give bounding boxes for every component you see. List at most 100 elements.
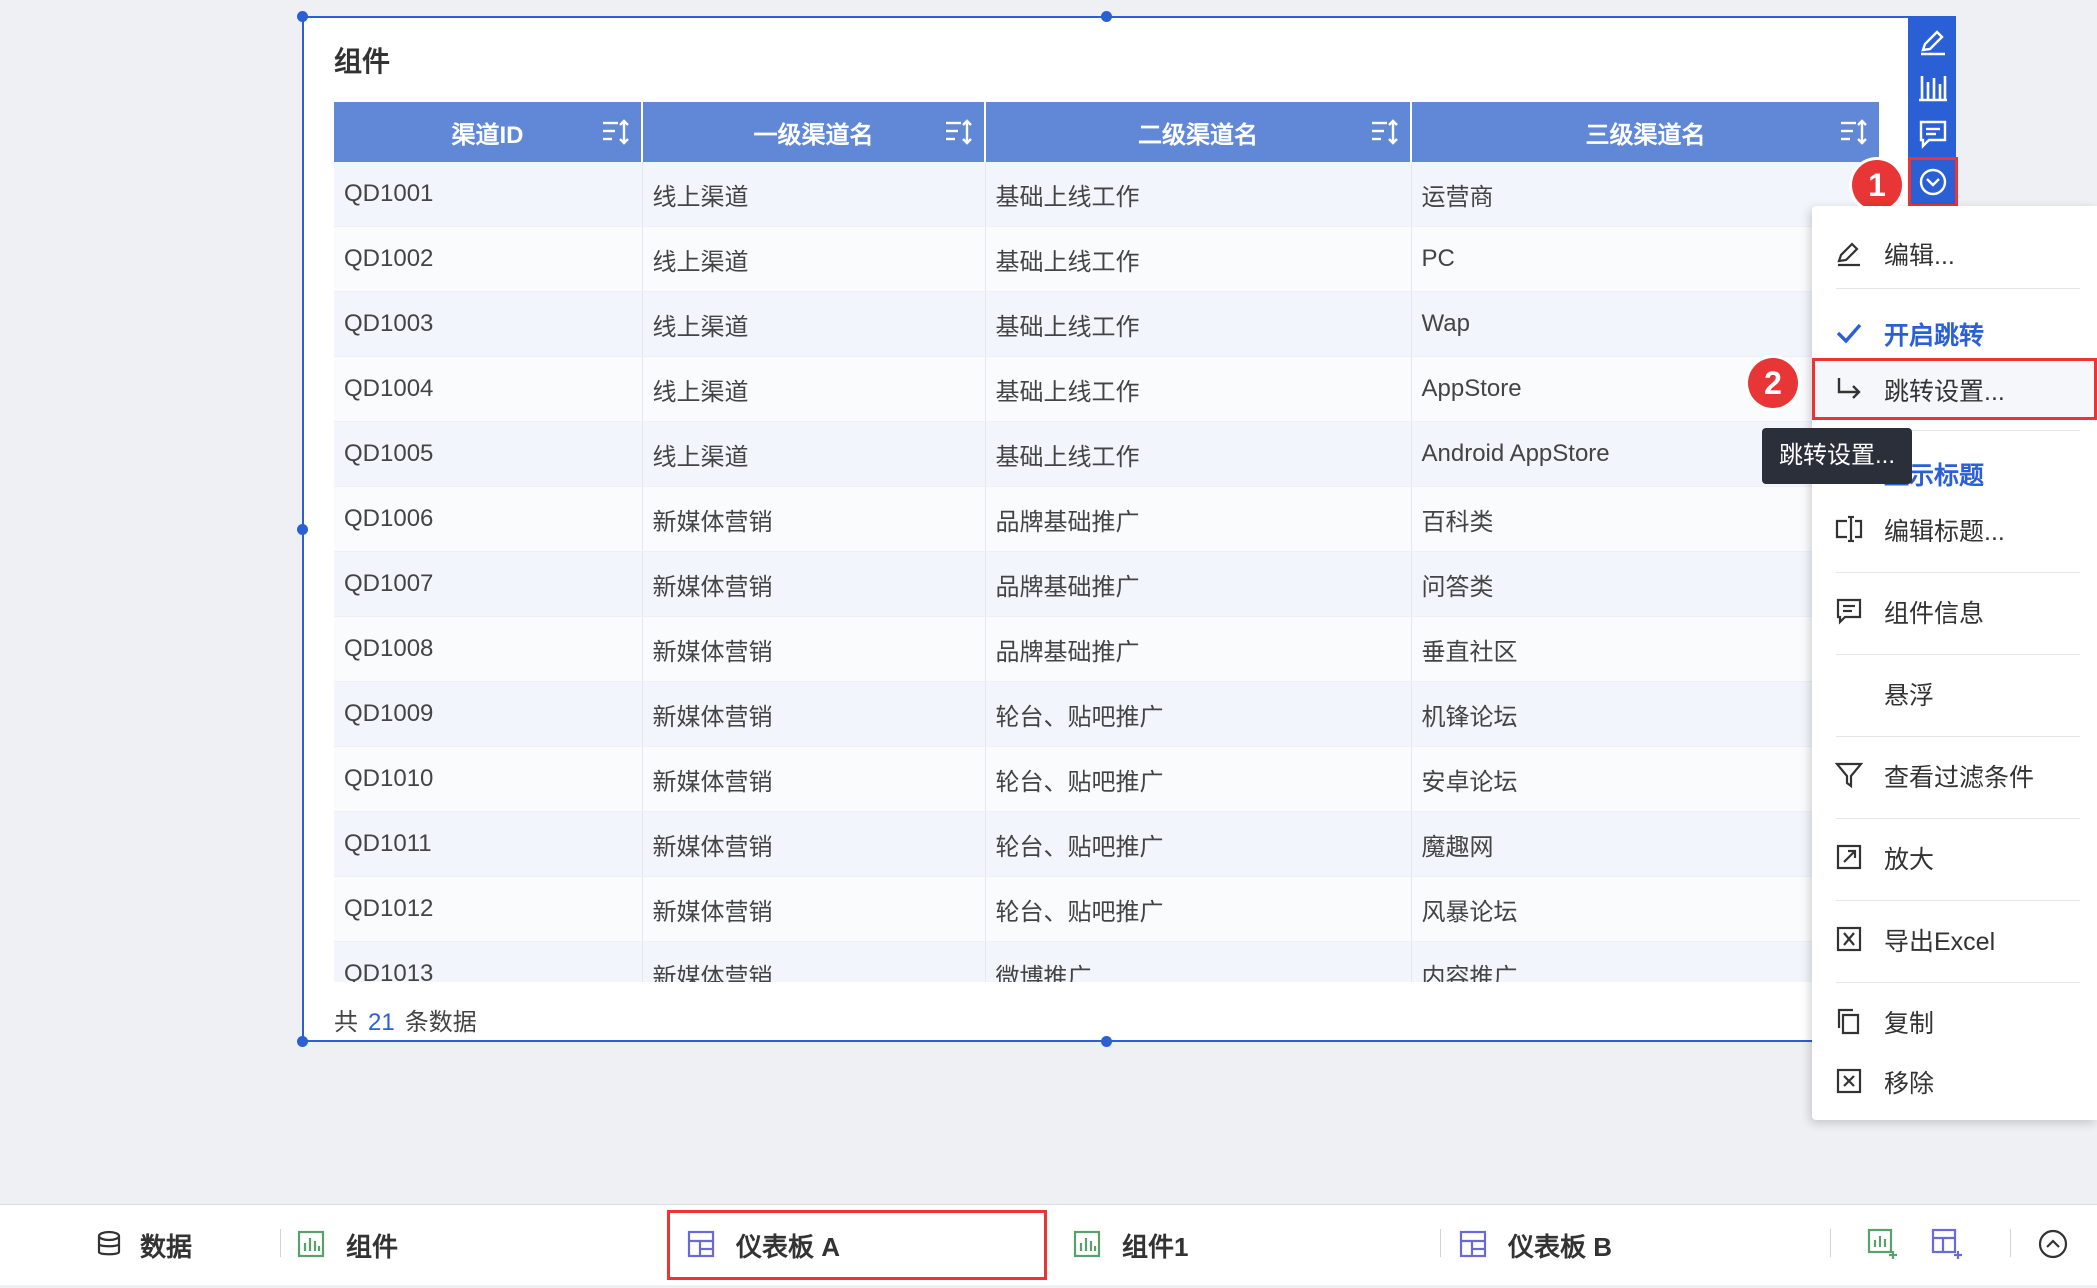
table-cell: 线上渠道 bbox=[642, 356, 986, 422]
table-cell: 新媒体营销 bbox=[642, 486, 986, 552]
tooltip: 跳转设置... bbox=[1762, 428, 1912, 484]
menu-divider bbox=[1836, 654, 2080, 655]
table-cell: 线上渠道 bbox=[642, 291, 986, 357]
table-cell: QD1013 bbox=[334, 941, 643, 982]
table-row[interactable]: QD1006 新媒体营销 品牌基础推广 百科类 bbox=[334, 486, 1880, 552]
tab-dashboard-a[interactable]: 仪表板 A bbox=[662, 1205, 1052, 1285]
copy-icon bbox=[1837, 1008, 1860, 1035]
table-cell: 基础上线工作 bbox=[985, 421, 1412, 487]
table-row[interactable]: QD1012 新媒体营销 轮台、贴吧推广 风暴论坛 bbox=[334, 876, 1880, 942]
edit-title-icon bbox=[1835, 515, 1863, 543]
zoom-icon bbox=[1836, 844, 1862, 870]
column-header-level2[interactable]: 二级渠道名 bbox=[985, 102, 1412, 162]
table-cell: QD1008 bbox=[334, 616, 643, 682]
info-message-icon bbox=[1836, 598, 1862, 625]
menu-item-edit[interactable]: 编辑... bbox=[1812, 222, 2097, 284]
table-cell: 基础上线工作 bbox=[985, 226, 1412, 292]
menu-item-widget-info[interactable]: 组件信息 bbox=[1812, 580, 2097, 642]
table-cell: 品牌基础推广 bbox=[985, 616, 1412, 682]
table-cell: 微博推广 bbox=[985, 941, 1412, 982]
table-row[interactable]: QD1001 线上渠道 基础上线工作 运营商 bbox=[334, 162, 1880, 227]
tab-widget[interactable]: 组件 bbox=[290, 1205, 590, 1285]
table-cell: 新媒体营销 bbox=[642, 616, 986, 682]
menu-divider bbox=[1836, 900, 2080, 901]
sort-icon[interactable] bbox=[1370, 117, 1400, 147]
table-cell: 轮台、贴吧推广 bbox=[985, 876, 1412, 942]
table-row[interactable]: QD1004 线上渠道 基础上线工作 AppStore bbox=[334, 356, 1880, 422]
menu-item-jump-settings[interactable]: 跳转设置... bbox=[1812, 358, 2097, 420]
menu-divider bbox=[1836, 572, 2080, 573]
menu-item-export-excel[interactable]: 导出Excel bbox=[1812, 908, 2097, 970]
tab-widget1[interactable]: 组件1 bbox=[1060, 1205, 1360, 1285]
table-row[interactable]: QD1010 新媒体营销 轮台、贴吧推广 安卓论坛 bbox=[334, 746, 1880, 812]
table-cell: 新媒体营销 bbox=[642, 746, 986, 812]
tab-separator bbox=[1440, 1229, 1441, 1257]
table-cell: 品牌基础推广 bbox=[985, 486, 1412, 552]
table-row[interactable]: QD1007 新媒体营销 品牌基础推广 问答类 bbox=[334, 551, 1880, 617]
step-badge-2: 2 bbox=[1748, 358, 1798, 408]
resize-handle-bl[interactable] bbox=[297, 1036, 308, 1047]
edit-icon[interactable] bbox=[1917, 26, 1949, 58]
menu-item-edit-title[interactable]: 编辑标题... bbox=[1812, 498, 2097, 560]
table-cell: Wap bbox=[1411, 291, 1880, 357]
record-count: 共 21 条数据 bbox=[334, 1009, 477, 1036]
table-row[interactable]: QD1011 新媒体营销 轮台、贴吧推广 魔趣网 bbox=[334, 811, 1880, 877]
bar-chart-icon[interactable] bbox=[1917, 72, 1949, 104]
check-icon bbox=[1836, 323, 1862, 344]
column-header-level1[interactable]: 一级渠道名 bbox=[642, 102, 986, 162]
add-widget-icon[interactable] bbox=[1866, 1227, 1900, 1261]
menu-divider bbox=[1836, 818, 2080, 819]
tab-dashboard-b[interactable]: 仪表板 B bbox=[1450, 1205, 1750, 1285]
resize-handle-left[interactable] bbox=[297, 524, 308, 535]
menu-item-remove[interactable]: 移除 bbox=[1812, 1050, 2097, 1112]
table-cell: 内容推广 bbox=[1411, 941, 1880, 982]
table-row[interactable]: QD1005 线上渠道 基础上线工作 Android AppStore bbox=[334, 421, 1880, 487]
menu-item-view-filter[interactable]: 查看过滤条件 bbox=[1812, 744, 2097, 806]
edit-icon bbox=[1837, 242, 1860, 267]
table-cell: 新媒体营销 bbox=[642, 551, 986, 617]
jump-arrow-icon bbox=[1837, 378, 1861, 399]
table-cell: 安卓论坛 bbox=[1411, 746, 1880, 812]
column-header-level3[interactable]: 三级渠道名 bbox=[1411, 102, 1880, 162]
more-dropdown-icon[interactable] bbox=[1908, 157, 1958, 207]
table-row[interactable]: QD1003 线上渠道 基础上线工作 Wap bbox=[334, 291, 1880, 357]
table-widget[interactable]: 组件 渠道ID 一级渠道名 二级渠道名 三级渠道名 QD1001 线上渠道 基础… bbox=[297, 11, 1910, 1047]
dashboard-icon bbox=[687, 1230, 715, 1258]
table-cell: QD1009 bbox=[334, 681, 643, 747]
table-cell: QD1010 bbox=[334, 746, 643, 812]
table-cell: QD1006 bbox=[334, 486, 643, 552]
table-cell: 轮台、贴吧推广 bbox=[985, 811, 1412, 877]
menu-divider bbox=[1836, 736, 2080, 737]
dashboard-icon bbox=[1459, 1230, 1487, 1258]
bar-chart-icon bbox=[1073, 1230, 1101, 1258]
add-dashboard-icon[interactable] bbox=[1930, 1227, 1964, 1261]
menu-item-enable-jump[interactable]: 开启跳转 bbox=[1812, 302, 2097, 364]
table-row[interactable]: QD1002 线上渠道 基础上线工作 PC bbox=[334, 226, 1880, 292]
menu-item-copy[interactable]: 复制 bbox=[1812, 990, 2097, 1052]
table-cell: QD1012 bbox=[334, 876, 643, 942]
table-row[interactable]: QD1013 新媒体营销 微博推广 内容推广 bbox=[334, 941, 1880, 982]
sort-icon[interactable] bbox=[1839, 117, 1869, 147]
tab-data[interactable]: 数据 bbox=[80, 1205, 260, 1285]
resize-handle-top[interactable] bbox=[1101, 11, 1112, 22]
sort-icon[interactable] bbox=[601, 117, 631, 147]
table-cell: QD1003 bbox=[334, 291, 643, 357]
menu-item-float[interactable]: 悬浮 bbox=[1812, 662, 2097, 724]
table-cell: 机锋论坛 bbox=[1411, 681, 1880, 747]
table-cell: QD1007 bbox=[334, 551, 643, 617]
column-header-channel-id[interactable]: 渠道ID bbox=[334, 102, 643, 162]
menu-divider bbox=[1836, 288, 2080, 289]
resize-handle-bottom[interactable] bbox=[1101, 1036, 1112, 1047]
table-cell: 轮台、贴吧推广 bbox=[985, 681, 1412, 747]
comment-icon[interactable] bbox=[1917, 118, 1949, 150]
widget-title: 组件 bbox=[334, 46, 391, 77]
table-row[interactable]: QD1008 新媒体营销 品牌基础推广 垂直社区 bbox=[334, 616, 1880, 682]
tab-separator bbox=[1830, 1229, 1831, 1257]
table-cell: 线上渠道 bbox=[642, 162, 986, 227]
collapse-up-icon[interactable] bbox=[2036, 1227, 2070, 1261]
table-body: QD1001 线上渠道 基础上线工作 运营商 QD1002 线上渠道 基础上线工作 PC QD1… bbox=[334, 162, 1880, 982]
resize-handle-tl[interactable] bbox=[297, 11, 308, 22]
sort-icon[interactable] bbox=[944, 117, 974, 147]
table-row[interactable]: QD1009 新媒体营销 轮台、贴吧推广 机锋论坛 bbox=[334, 681, 1880, 747]
menu-item-zoom[interactable]: 放大 bbox=[1812, 826, 2097, 888]
